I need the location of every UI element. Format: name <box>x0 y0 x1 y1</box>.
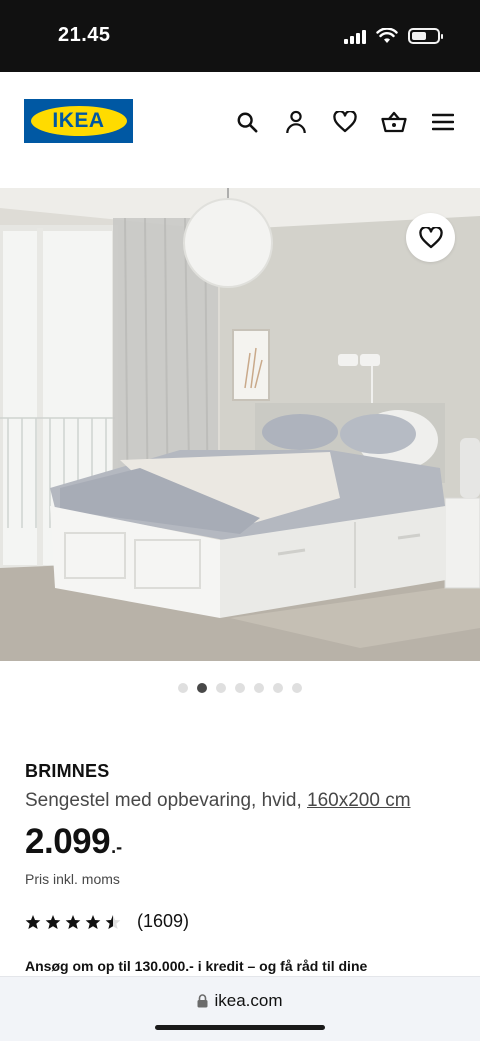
signal-icon <box>344 28 366 44</box>
battery-icon <box>408 28 443 44</box>
rating-count: (1609) <box>137 911 190 931</box>
description-text: Sengestel med opbevaring, hvid, <box>25 790 308 811</box>
url-display[interactable]: ikea.com <box>0 991 480 1011</box>
status-bar: 21.45 <box>0 0 480 72</box>
star-icon <box>25 914 41 929</box>
price-note: Pris inkl. moms <box>25 871 120 887</box>
carousel-dot[interactable] <box>197 683 207 693</box>
product-name: BRIMNES <box>25 761 110 781</box>
bed-in-bedroom-photo <box>0 188 480 661</box>
lock-icon <box>197 994 208 1008</box>
size-link[interactable]: 160x200 cm <box>307 790 411 811</box>
basket-icon[interactable] <box>380 108 407 135</box>
heart-icon[interactable] <box>331 108 358 135</box>
star-icon <box>65 914 81 929</box>
credit-promo[interactable]: Ansøg om op til 130.000.- i kredit – og … <box>25 958 367 974</box>
favourite-button[interactable] <box>406 213 455 262</box>
status-time: 21.45 <box>58 24 111 46</box>
wifi-icon <box>376 28 398 43</box>
rating[interactable]: (1609) <box>25 911 189 932</box>
ikea-logo[interactable]: IKEA <box>24 99 133 143</box>
star-icon <box>85 914 101 929</box>
site-header: IKEA <box>0 72 480 188</box>
header-actions <box>233 108 456 135</box>
logo-text: IKEA <box>52 109 105 132</box>
carousel-dot[interactable] <box>273 683 283 693</box>
menu-icon[interactable] <box>429 108 456 135</box>
home-indicator[interactable] <box>155 1025 325 1030</box>
carousel-indicator <box>0 683 480 693</box>
account-icon[interactable] <box>282 108 309 135</box>
product-description: Sengestel med opbevaring, hvid, 160x200 … <box>25 790 411 812</box>
price-suffix: .- <box>111 837 123 857</box>
browser-address-bar[interactable]: ikea.com <box>0 976 480 1041</box>
product-price: 2.099 .- <box>25 822 122 862</box>
star-icon <box>105 914 121 929</box>
carousel-dot[interactable] <box>292 683 302 693</box>
price-main: 2.099 <box>25 822 111 861</box>
product-image[interactable] <box>0 188 480 661</box>
search-icon[interactable] <box>233 108 260 135</box>
carousel-dot[interactable] <box>235 683 245 693</box>
carousel-dot[interactable] <box>216 683 226 693</box>
url-text: ikea.com <box>214 991 283 1010</box>
heart-icon <box>418 226 443 248</box>
status-icons <box>344 24 443 48</box>
carousel-dot[interactable] <box>254 683 264 693</box>
carousel-dot[interactable] <box>178 683 188 693</box>
star-icon <box>45 914 61 929</box>
